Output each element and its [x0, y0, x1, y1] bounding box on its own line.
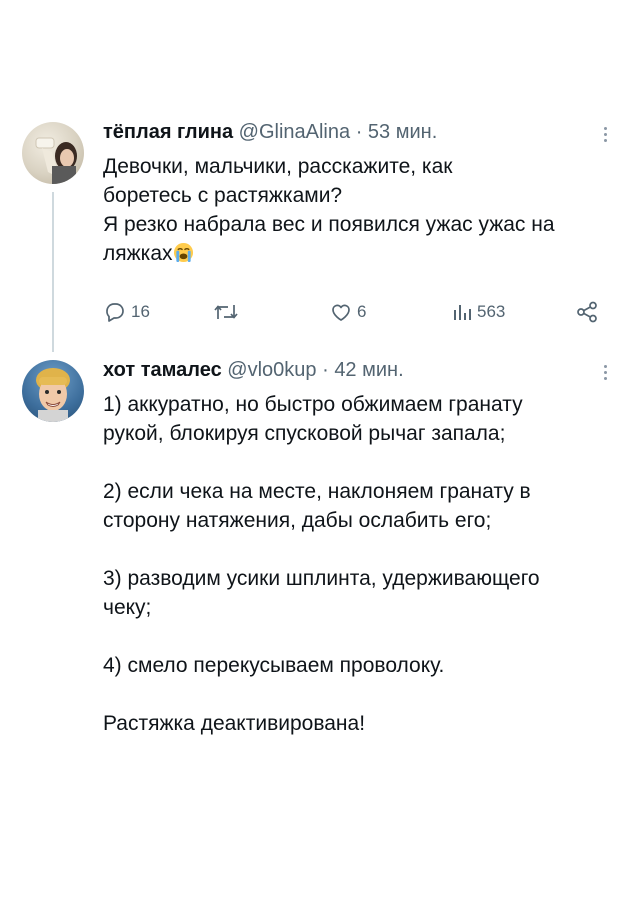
- tweet-line: рукой, блокируя спусковой рычаг запала;: [103, 422, 506, 445]
- tweet-line: 4) смело перекусываем проволоку.: [103, 654, 445, 677]
- tweet-line: 3) разводим усики шплинта, удерживающего: [103, 567, 540, 590]
- more-icon[interactable]: [598, 362, 612, 384]
- page: тёплая глина @GlinaAlina · 53 мин. Девоч…: [0, 0, 640, 906]
- share-icon: [577, 301, 597, 323]
- separator: ·: [322, 359, 329, 381]
- like-count: 6: [357, 302, 367, 321]
- share-button[interactable]: [575, 300, 599, 324]
- avatar-photo: [36, 368, 70, 422]
- tweet-line: сторону натяжения, дабы ослабить его;: [103, 509, 492, 532]
- reply-button[interactable]: 16: [103, 300, 150, 324]
- tweet-line-text: ляжках: [103, 242, 173, 265]
- views-count: 563: [477, 302, 506, 321]
- retweet-icon: [214, 305, 238, 319]
- timestamp[interactable]: 53 мин.: [368, 121, 437, 143]
- avatar[interactable]: [22, 360, 84, 422]
- display-name[interactable]: хот тамалес: [103, 359, 222, 381]
- tweet-actions: 16 6 563: [103, 300, 613, 328]
- retweet-button[interactable]: [213, 300, 243, 324]
- user-handle[interactable]: @vlo0kup: [227, 359, 316, 381]
- tweet-line: боретесь с растяжками?: [103, 184, 343, 207]
- user-handle[interactable]: @GlinaAlina: [239, 121, 350, 143]
- tweet-line: чеку;: [103, 596, 152, 619]
- tweet-line: Растяжка деактивирована!: [103, 712, 366, 735]
- avatar-photo: [35, 137, 77, 184]
- tweet-line: ляжках: [103, 239, 623, 268]
- loudly-crying-face-emoji: [173, 242, 193, 263]
- tweet-header: тёплая глина @GlinaAlina · 53 мин.: [103, 118, 437, 146]
- tweet-text: Девочки, мальчики, расскажите, как борет…: [103, 152, 623, 268]
- like-button[interactable]: 6: [329, 300, 366, 324]
- display-name[interactable]: тёплая глина: [103, 121, 233, 143]
- views-chart-icon: [454, 305, 471, 320]
- thread-line: [52, 192, 54, 352]
- tweet-header: хот тамалес @vlo0kup · 42 мин.: [103, 356, 404, 384]
- more-icon[interactable]: [598, 124, 612, 146]
- tweet-line: Девочки, мальчики, расскажите, как: [103, 155, 453, 178]
- heart-icon: [332, 304, 350, 321]
- tweet-text: 1) аккуратно, но быстро обжимаем гранату…: [103, 390, 623, 738]
- avatar[interactable]: [22, 122, 84, 184]
- tweet-line: Я резко набрала вес и появился ужас ужас…: [103, 213, 555, 236]
- reply-icon: [106, 303, 124, 322]
- tweet-line: 2) если чека на месте, наклоняем гранату…: [103, 480, 531, 503]
- reply-count: 16: [131, 302, 150, 321]
- views-button[interactable]: 563: [451, 300, 505, 324]
- separator: ·: [355, 121, 363, 143]
- timestamp[interactable]: 42 мин.: [334, 359, 403, 381]
- tweet-line: 1) аккуратно, но быстро обжимаем гранату: [103, 393, 523, 416]
